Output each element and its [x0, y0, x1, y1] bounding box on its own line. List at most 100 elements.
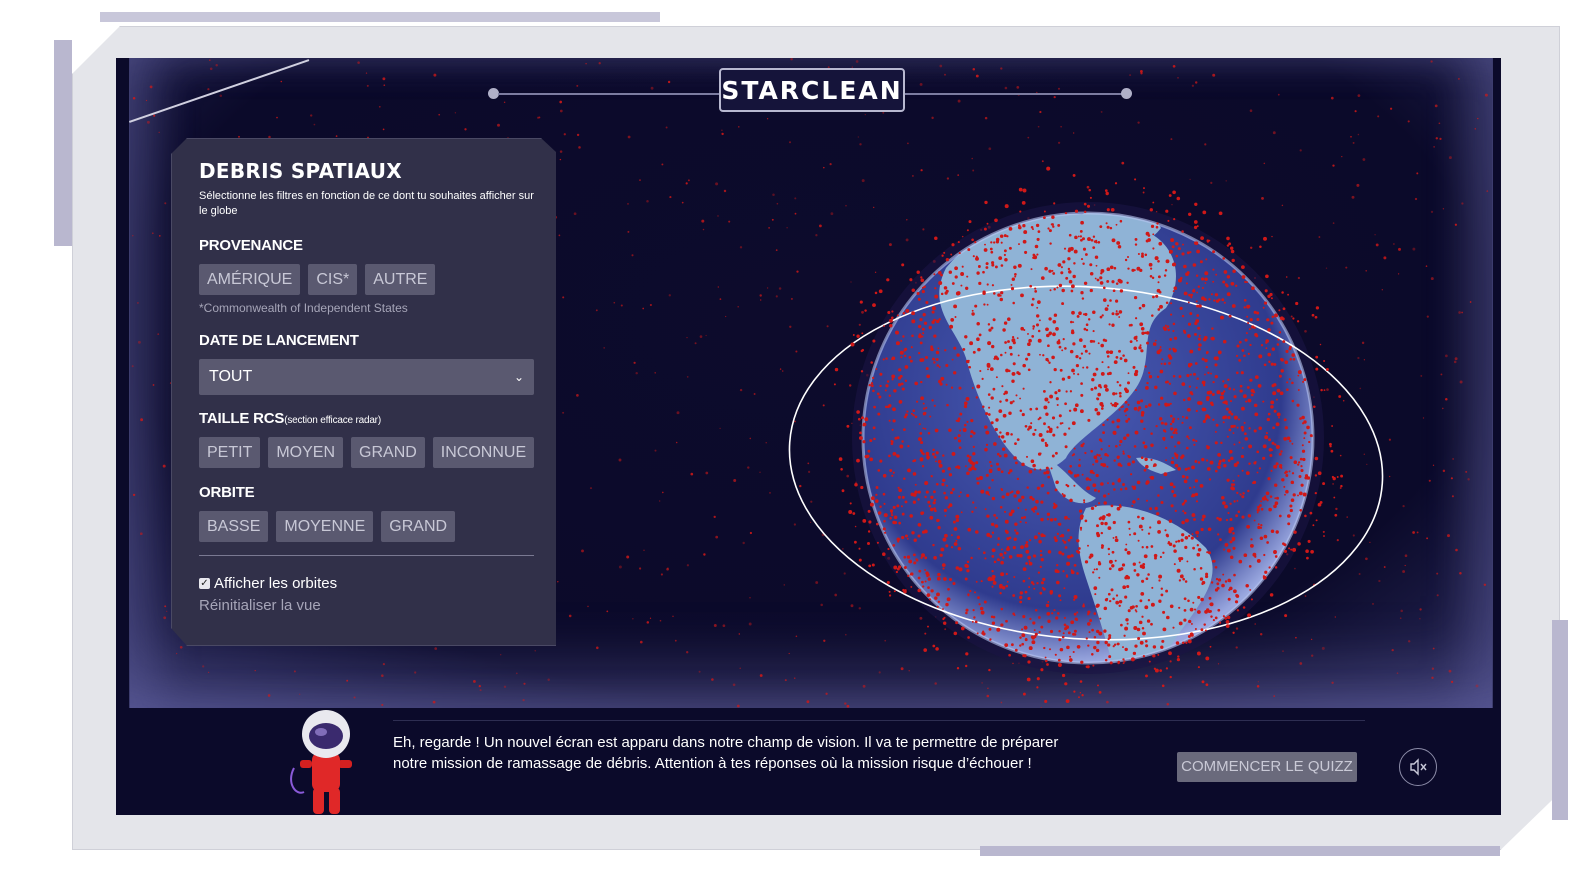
debris-particle	[1064, 211, 1068, 215]
debris-particle	[1103, 384, 1108, 389]
filter-button-inconnue[interactable]: INCONNUE	[432, 437, 535, 468]
filter-button-moyen[interactable]: MOYEN	[268, 437, 344, 468]
debris-particle	[1046, 430, 1049, 433]
debris-particle	[1111, 564, 1115, 568]
earth-globe-icon[interactable]	[776, 158, 1396, 718]
debris-particle	[1160, 593, 1164, 597]
debris-particle	[1184, 536, 1189, 540]
mute-button[interactable]	[1399, 748, 1437, 786]
debris-particle	[1218, 621, 1222, 624]
debris-particle	[1175, 431, 1178, 435]
debris-particle	[974, 241, 977, 244]
filter-button-grand-size[interactable]: GRAND	[351, 437, 425, 468]
debris-particle	[1080, 393, 1084, 397]
debris-particle	[930, 347, 934, 352]
debris-particle	[1006, 580, 1009, 583]
debris-particle	[1267, 412, 1271, 416]
debris-particle	[944, 73, 946, 76]
debris-particle	[1107, 547, 1111, 551]
debris-particle	[1118, 444, 1121, 446]
globe-container[interactable]	[776, 158, 1396, 718]
debris-particle	[1229, 400, 1233, 403]
debris-particle	[996, 452, 1000, 456]
debris-particle	[1005, 530, 1009, 534]
debris-particle	[1330, 449, 1334, 453]
debris-particle	[1093, 488, 1097, 492]
debris-particle	[1278, 514, 1282, 518]
filter-button-moyenne[interactable]: MOYENNE	[276, 511, 374, 542]
debris-particle	[1228, 449, 1233, 454]
debris-particle	[895, 454, 899, 457]
debris-particle	[1068, 270, 1072, 274]
debris-particle	[893, 515, 898, 520]
debris-particle	[983, 303, 986, 306]
debris-particle	[1246, 304, 1250, 309]
debris-particle	[1311, 313, 1315, 317]
debris-particle	[1253, 429, 1257, 433]
filter-button-grand-orbit[interactable]: GRAND	[381, 511, 456, 542]
debris-particle	[1003, 321, 1008, 325]
debris-particle	[1177, 417, 1180, 420]
debris-particle	[276, 116, 278, 119]
date-select[interactable]: TOUT ⌄	[199, 359, 534, 395]
show-orbits-toggle[interactable]: ✓ Afficher les orbites	[199, 575, 337, 592]
debris-particle	[1315, 367, 1319, 371]
debris-particle	[1115, 282, 1119, 285]
debris-particle	[1197, 326, 1201, 330]
debris-particle	[749, 597, 751, 599]
debris-particle	[1128, 324, 1132, 327]
debris-particle	[1256, 471, 1259, 474]
debris-particle	[1095, 264, 1098, 267]
debris-particle	[209, 59, 211, 61]
filter-button-petit[interactable]: PETIT	[199, 437, 261, 468]
debris-particle	[1058, 550, 1062, 555]
reset-view-link[interactable]: Réinitialiser la vue	[199, 597, 321, 614]
debris-particle	[207, 671, 210, 674]
debris-particle	[642, 307, 645, 310]
debris-particle	[1057, 663, 1062, 667]
debris-particle	[897, 486, 900, 489]
debris-particle	[1113, 459, 1116, 462]
debris-particle	[1204, 277, 1208, 281]
debris-particle	[1293, 530, 1297, 534]
debris-particle	[1279, 391, 1284, 396]
checkbox-checked-icon[interactable]: ✓	[199, 578, 210, 589]
debris-particle	[1093, 612, 1097, 615]
debris-particle	[914, 381, 919, 386]
debris-particle	[1057, 141, 1061, 144]
debris-particle	[1253, 461, 1257, 465]
debris-particle	[1256, 508, 1260, 512]
debris-particle	[1419, 618, 1421, 620]
debris-particle	[1290, 498, 1295, 502]
debris-particle	[903, 428, 906, 431]
debris-particle	[1162, 627, 1167, 632]
debris-particle	[1289, 504, 1293, 508]
debris-particle	[1090, 238, 1094, 242]
debris-particle	[1240, 371, 1244, 375]
debris-particle	[1118, 391, 1122, 395]
debris-particle	[1123, 358, 1128, 363]
start-quiz-button[interactable]: COMMENCER LE QUIZZ	[1177, 752, 1357, 782]
debris-particle	[1134, 178, 1137, 181]
debris-particle	[1094, 407, 1098, 412]
debris-particle	[1068, 409, 1072, 413]
filter-button-autre[interactable]: AUTRE	[365, 264, 436, 295]
debris-particle	[1019, 520, 1022, 523]
debris-particle	[1295, 301, 1299, 306]
debris-particle	[1134, 369, 1139, 374]
filter-button-cis[interactable]: CIS*	[308, 264, 358, 295]
filter-button-basse[interactable]: BASSE	[199, 511, 269, 542]
debris-particle	[699, 335, 703, 338]
debris-particle	[1102, 338, 1106, 342]
debris-particle	[1306, 476, 1311, 480]
debris-particle	[871, 563, 875, 567]
debris-particle	[515, 672, 518, 675]
filter-button-amerique[interactable]: AMÉRIQUE	[199, 264, 301, 295]
debris-particle	[1039, 110, 1042, 114]
debris-particle	[1053, 202, 1056, 205]
debris-particle	[1289, 508, 1293, 513]
debris-particle	[1117, 244, 1122, 249]
debris-particle	[984, 508, 987, 511]
debris-particle	[1168, 355, 1171, 358]
debris-particle	[1187, 467, 1190, 470]
